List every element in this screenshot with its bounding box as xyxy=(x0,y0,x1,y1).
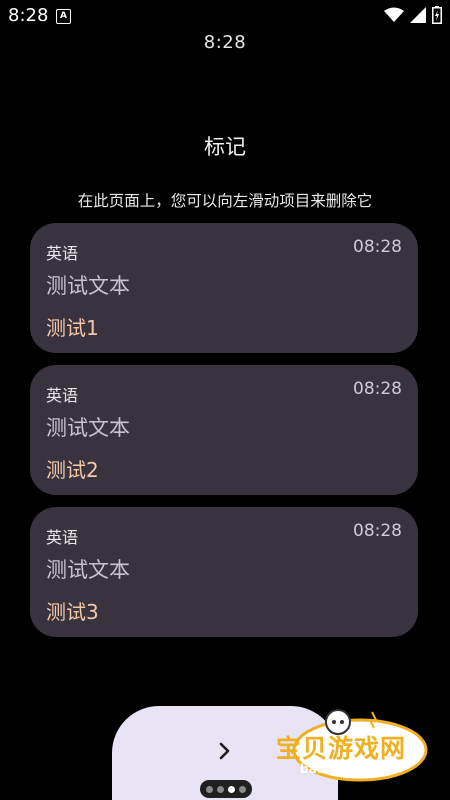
watermark-brand: 宝贝游戏网 xyxy=(276,734,407,763)
page-indicator xyxy=(200,780,252,798)
page-subtitle: 在此页面上，您可以向左滑动项目来删除它 xyxy=(77,192,373,210)
card-body: 测试文本 xyxy=(46,416,130,440)
card-name: 测试3 xyxy=(46,600,99,624)
signal-icon xyxy=(410,7,426,23)
card-name: 测试1 xyxy=(46,316,99,340)
card-body: 测试文本 xyxy=(46,558,130,582)
status-icons xyxy=(384,6,442,24)
battery-icon xyxy=(432,6,442,24)
page-dot-active xyxy=(228,785,235,793)
status-time: 8:28 xyxy=(8,5,49,26)
card-body: 测试文本 xyxy=(46,274,130,298)
chevron-right-icon[interactable] xyxy=(214,736,236,766)
notification-icon: A xyxy=(56,9,71,24)
card-tag: 英语 xyxy=(46,528,79,547)
card-time: 08:28 xyxy=(353,379,402,399)
note-card[interactable]: 英语 08:28 测试文本 测试2 xyxy=(30,365,418,495)
note-card[interactable]: 英语 08:28 测试文本 测试1 xyxy=(30,223,418,353)
status-bar: 8:28 A xyxy=(0,0,450,32)
card-tag: 英语 xyxy=(46,244,79,263)
page-dot xyxy=(206,785,213,793)
watch-time: 8:28 xyxy=(203,32,247,53)
page-title: 标记 xyxy=(204,135,246,159)
card-time: 08:28 xyxy=(353,521,402,541)
watermark-url: baobeiy.com xyxy=(300,762,385,776)
card-tag: 英语 xyxy=(46,386,79,405)
note-card[interactable]: 英语 08:28 测试文本 测试3 xyxy=(30,507,418,637)
wifi-icon xyxy=(384,7,404,22)
page-dot xyxy=(217,785,224,793)
page-dot xyxy=(239,785,246,793)
card-time: 08:28 xyxy=(353,237,402,257)
card-name: 测试2 xyxy=(46,458,99,482)
